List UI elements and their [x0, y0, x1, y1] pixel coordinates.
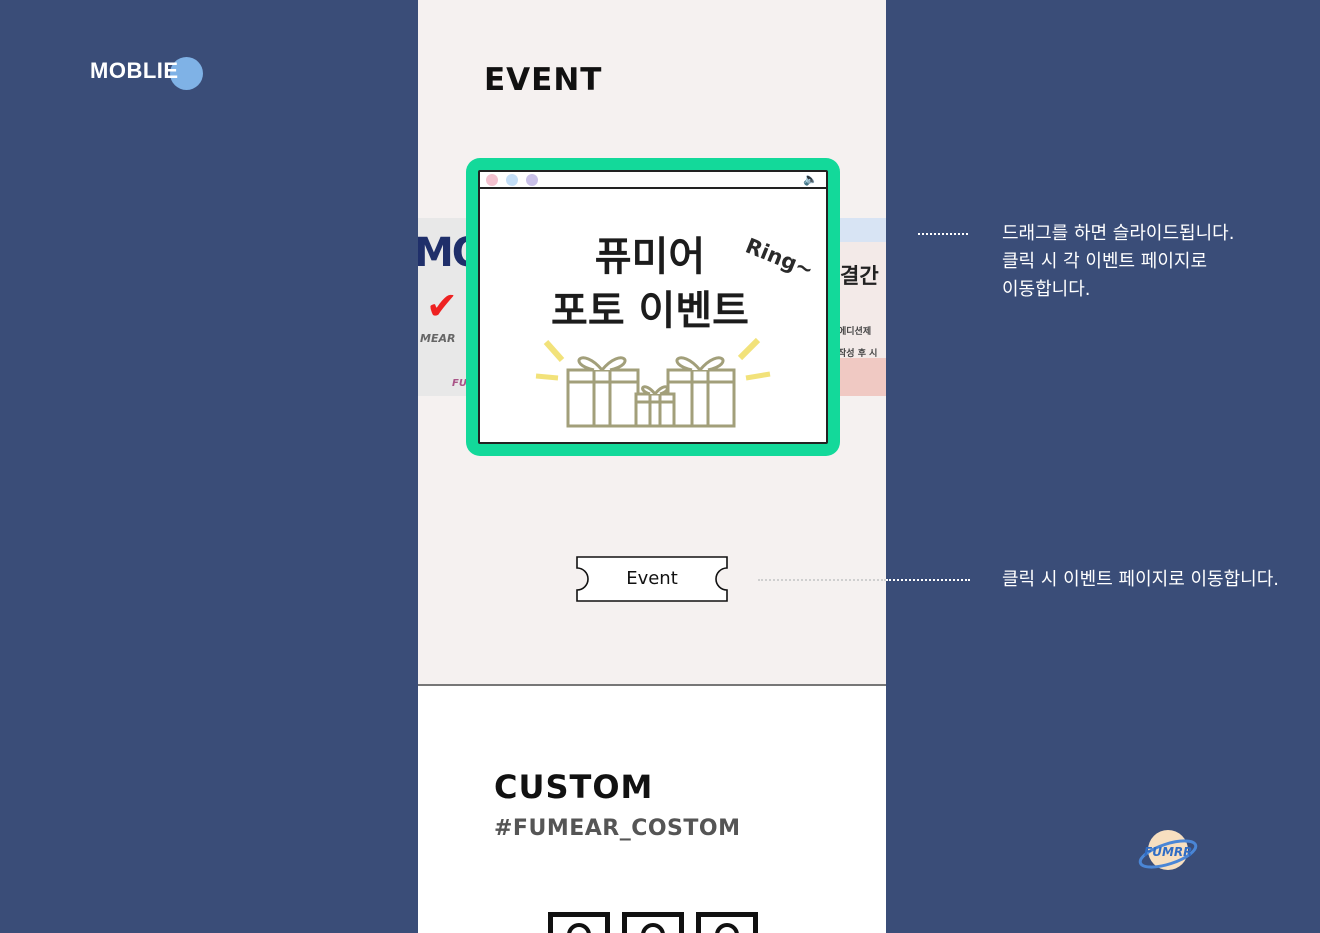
fumrr-logo: FUMRR [1138, 830, 1198, 870]
window-dot-blue [506, 174, 518, 186]
brand-label: MOBLIE [90, 58, 179, 83]
slider-note-leader [918, 233, 968, 235]
check-icon: ✔ [426, 284, 458, 328]
button-note-leader [886, 579, 970, 581]
custom-thumb-2[interactable] [622, 912, 684, 933]
slider-note-line-1: 드래그를 하면 슬라이드됩니다. [1002, 223, 1235, 244]
event-button[interactable]: Event [576, 556, 728, 602]
button-note: 클릭 시 이벤트 페이지로 이동합니다. [1002, 569, 1280, 590]
next-slide-text: 에디션제 [838, 327, 872, 337]
slide-window: 🔈 퓨미어 포토 이벤트 Ring~ [478, 170, 828, 444]
next-slide-header [838, 218, 886, 242]
custom-thumb-3[interactable] [696, 912, 758, 933]
window-titlebar: 🔈 [480, 172, 826, 189]
event-slide-next[interactable]: 결간 에디션제 작성 후 시 [838, 218, 886, 396]
custom-section-title: CUSTOM [494, 768, 654, 806]
prev-slide-caption: MEAR [420, 332, 456, 345]
gift-boxes-icon [535, 337, 771, 428]
event-section-title: EVENT [484, 62, 603, 98]
next-slide-title: 결간 [840, 264, 879, 288]
event-button-label: Event [626, 568, 678, 589]
event-slide-active[interactable]: 🔈 퓨미어 포토 이벤트 Ring~ [466, 158, 840, 456]
custom-thumb-1[interactable] [548, 912, 610, 933]
window-dot-pink [486, 174, 498, 186]
promo-line-2: 포토 이벤트 [551, 288, 749, 334]
button-note-leader-inner [758, 579, 886, 581]
prev-slide-text: MO [418, 230, 470, 276]
logo-text: FUMRR [1144, 845, 1192, 859]
next-slide-image [838, 358, 886, 396]
ring-icon [715, 923, 739, 933]
ring-icon [567, 923, 591, 933]
speaker-icon: 🔈 [803, 172, 818, 186]
mobile-screen: EVENT MO ✔ MEAR FU 결간 에디션제 작성 후 시 🔈 퓨미어 … [418, 0, 886, 933]
event-slide-prev[interactable]: MO ✔ MEAR FU [418, 218, 470, 396]
ring-icon [641, 923, 665, 933]
slider-note-line-2: 클릭 시 각 이벤트 페이지로 [1002, 251, 1208, 272]
custom-section: CUSTOM #FUMEAR_COSTOM [418, 686, 886, 933]
slider-note-line-3: 이동합니다. [1002, 279, 1091, 300]
custom-hashtag: #FUMEAR_COSTOM [494, 816, 741, 841]
window-dot-purple [526, 174, 538, 186]
slider-note: 드래그를 하면 슬라이드됩니다. 클릭 시 각 이벤트 페이지로 이동합니다. [1002, 220, 1234, 304]
prev-slide-caption-2: FU [452, 378, 467, 389]
